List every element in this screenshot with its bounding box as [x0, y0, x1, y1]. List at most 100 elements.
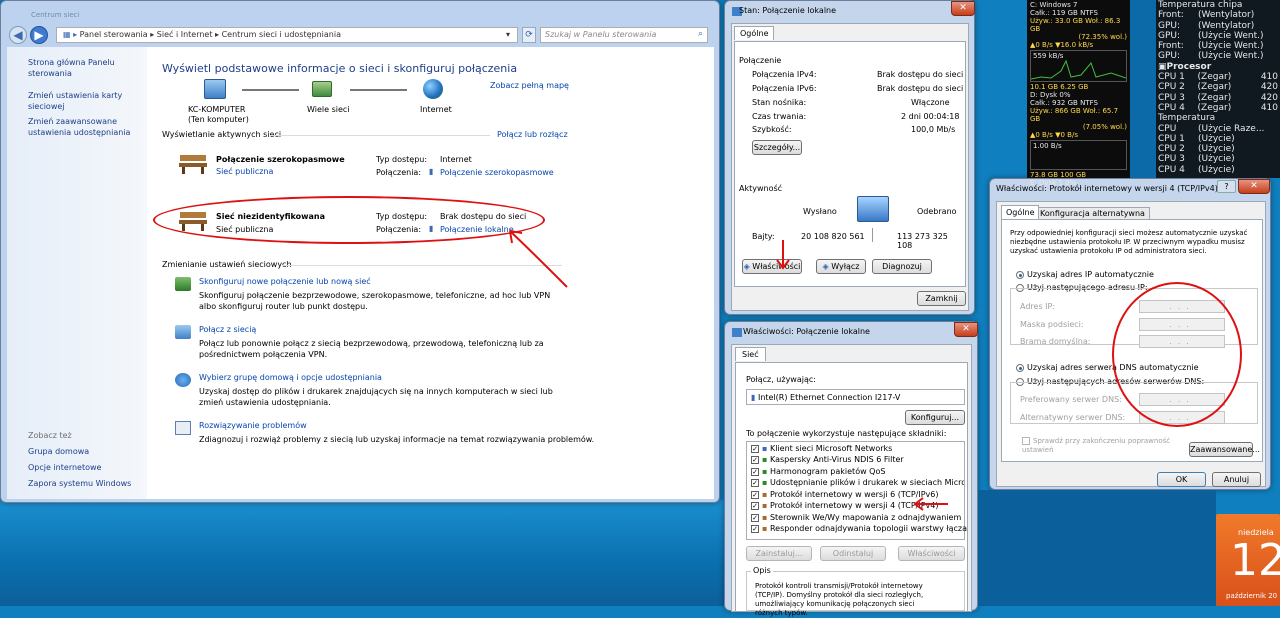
disable-button[interactable]: ◈ Wyłącz: [816, 259, 866, 274]
install-button[interactable]: Zainstaluj...: [746, 546, 812, 561]
auto-ip-radio[interactable]: Uzyskaj adres IP automatycznie: [1016, 270, 1154, 279]
refresh-icon[interactable]: ⟳: [522, 27, 536, 43]
list-item[interactable]: ✓ ▪ Klient sieci Microsoft Networks: [751, 444, 892, 453]
cpu-row: CPU 4 (Użycie): [1158, 165, 1278, 175]
list-item[interactable]: ✓ ▪ Udostępnianie plików i drukarek w sie…: [751, 478, 964, 487]
breadcrumb-network-internet[interactable]: Sieć i Internet: [157, 30, 213, 39]
details-button[interactable]: Szczegóły...: [752, 140, 802, 155]
status-row-value: 100,0 Mb/s: [911, 125, 956, 134]
list-item[interactable]: ✓ ▪ Sterownik We/Wy mapowania z odnajdywa…: [751, 513, 964, 522]
active-networks-divider: [270, 135, 490, 136]
breadcrumb-network-center[interactable]: Centrum sieci i udostępniania: [222, 30, 341, 39]
diagnose-button[interactable]: Diagnozuj: [872, 259, 932, 274]
component-label: Responder odnajdywania topologii warstwy…: [769, 524, 968, 533]
cpu-row-key: CPU 3: [1158, 92, 1185, 103]
gateway-label: Brama domyślna:: [1020, 337, 1091, 346]
checkbox[interactable]: ✓: [751, 478, 759, 487]
props-title: Właściwości: Połączenie lokalne: [743, 327, 870, 336]
cpu-row-value: (Użycie): [1198, 133, 1235, 144]
status-row-key: Stan nośnika:: [752, 98, 807, 107]
cpu-row-value: (Użycie): [1198, 154, 1235, 165]
gadget-line: Całk.: 932 GB NTFS: [1030, 99, 1098, 107]
component-label: Klient sieci Microsoft Networks: [769, 444, 893, 453]
see-also-firewall[interactable]: Zapora systemu Windows: [28, 479, 131, 488]
window-title: Centrum sieci: [31, 11, 80, 19]
search-input[interactable]: Szukaj w Panelu sterowania ⌕: [540, 27, 708, 43]
task-troubleshoot[interactable]: Rozwiązywanie problemów: [199, 421, 307, 430]
adapter-field: ▮ Intel(R) Ethernet Connection I217-V: [746, 389, 965, 405]
connect-using-label: Połącz, używając:: [746, 375, 816, 384]
list-item[interactable]: ✓ ▪ Responder odnajdywania topologii wars…: [751, 524, 967, 533]
cpu-row: CPU 1 (Użycie): [1158, 134, 1278, 144]
cpu-row: CPU 2 (Zegar) 420: [1158, 82, 1278, 92]
address-dropdown-icon[interactable]: ▾: [506, 30, 510, 39]
checkbox[interactable]: ✓: [751, 467, 759, 476]
annotation-arrow: [776, 240, 790, 270]
components-list[interactable]: ✓ ▪ Klient sieci Microsoft Networks ✓ ▪ Ka…: [746, 441, 967, 540]
tab-general[interactable]: Ogólne: [1001, 205, 1040, 219]
properties-button[interactable]: ◈ Właściwości: [742, 259, 802, 274]
task-new-connection[interactable]: Skonfiguruj nowe połączenie lub nową sie…: [199, 277, 371, 286]
help-icon[interactable]: ?: [1217, 180, 1236, 193]
connect-disconnect-link[interactable]: Połącz lub rozłącz: [497, 130, 568, 139]
gadget-line: 1.00 B/s: [1033, 142, 1062, 150]
task-connect[interactable]: Połącz z siecią: [199, 325, 256, 334]
checkbox[interactable]: ✓: [751, 444, 759, 453]
cpu-row-key: Procesor: [1166, 61, 1212, 72]
see-also-homegroup[interactable]: Grupa domowa: [28, 447, 89, 456]
checkbox[interactable]: ✓: [751, 490, 759, 499]
full-map-link[interactable]: Zobacz pełną mapę: [490, 81, 569, 90]
list-item[interactable]: ✓ ▪ Protokół internetowy w wersji 6 (TCP/…: [751, 490, 939, 499]
gadget-line: C: Windows 7: [1030, 1, 1078, 9]
uninstall-button[interactable]: Odinstaluj: [820, 546, 886, 561]
list-item[interactable]: ✓ ▪ Harmonogram pakietów QoS: [751, 467, 885, 476]
list-item[interactable]: ✓ ▪ Protokół internetowy w wersji 4 (TCP/…: [751, 501, 939, 510]
configure-button[interactable]: Konfiguruj...: [905, 410, 965, 425]
received-label: Odebrano: [917, 207, 957, 216]
list-item[interactable]: ✓ ▪ Kaspersky Anti-Virus NDIS 6 Filter: [751, 455, 904, 464]
sidebar-item-home[interactable]: Strona główna Panelu sterowania: [28, 57, 128, 79]
tab-general[interactable]: Ogólne: [734, 26, 775, 40]
gadget-line: 73.8 GB 100 GB: [1030, 171, 1087, 179]
checkbox[interactable]: ✓: [751, 513, 759, 522]
cpu-row-number: 420: [1260, 92, 1278, 103]
status-close-icon[interactable]: ✕: [951, 1, 975, 16]
tab-alternate-config[interactable]: Konfiguracja alternatywna: [1035, 207, 1150, 219]
checkbox[interactable]: ✓: [751, 455, 759, 464]
item-properties-button[interactable]: Właściwości: [898, 546, 965, 561]
checkbox[interactable]: ✓: [751, 524, 759, 533]
cpu-row-key: GPU:: [1158, 20, 1181, 31]
computers-icon: [857, 196, 889, 222]
checkbox[interactable]: [1022, 437, 1030, 445]
radio[interactable]: [1016, 270, 1024, 279]
back-button[interactable]: ◀: [9, 26, 27, 44]
network-1-conn-link[interactable]: Połączenie szerokopasmowe: [440, 168, 554, 177]
validate-checkbox[interactable]: Sprawdź przy zakończeniu poprawność usta…: [1022, 437, 1172, 455]
component-icon: ▪: [762, 524, 768, 533]
cpu-row: CPU 3 (Użycie): [1158, 154, 1278, 164]
shield-icon: ◈: [822, 262, 829, 271]
see-also-internet-options[interactable]: Opcje internetowe: [28, 463, 101, 472]
ok-button[interactable]: OK: [1157, 472, 1206, 487]
advanced-button[interactable]: Zaawansowane...: [1189, 442, 1260, 457]
ipv4-close-icon[interactable]: ✕: [1238, 179, 1270, 194]
calendar-gadget[interactable]: niedziela 12 październik 20: [1216, 514, 1280, 606]
cpu-row-key: CPU: [1158, 123, 1177, 134]
address-bar[interactable]: ▦ ▸ Panel sterowania ▸ Sieć i Internet ▸…: [56, 27, 518, 43]
description-label: Opis: [751, 566, 773, 575]
breadcrumb-control-panel[interactable]: Panel sterowania: [80, 30, 148, 39]
network-center-window: Centrum sieci ◀ ▶ ▦ ▸ Panel sterowania ▸…: [0, 0, 720, 503]
cancel-button[interactable]: Anuluj: [1212, 472, 1261, 487]
tab-network[interactable]: Sieć: [735, 347, 766, 361]
map-computer-name: KC-KOMPUTER: [188, 105, 246, 114]
sidebar-item-adapter-settings[interactable]: Zmień ustawienia karty sieciowej: [28, 90, 128, 112]
network-1-type[interactable]: Sieć publiczna: [216, 167, 273, 176]
checkbox[interactable]: ✓: [751, 501, 759, 510]
forward-button[interactable]: ▶: [30, 26, 48, 44]
sidebar-item-sharing-settings[interactable]: Zmień zaawansowane ustawienia udostępnia…: [28, 116, 143, 138]
radio[interactable]: [1016, 363, 1024, 372]
calendar-month: październik 20: [1226, 592, 1278, 600]
props-close-icon[interactable]: ✕: [954, 322, 978, 337]
task-homegroup[interactable]: Wybierz grupę domową i opcje udostępnian…: [199, 373, 382, 382]
close-button[interactable]: Zamknij: [917, 291, 966, 306]
